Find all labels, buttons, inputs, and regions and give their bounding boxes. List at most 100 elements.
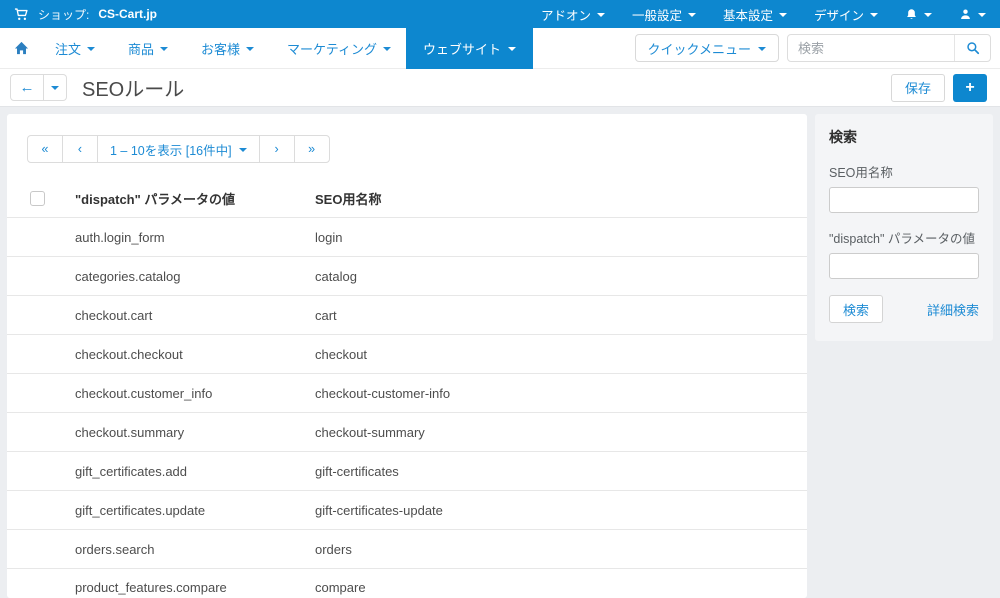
topbar-menu-item[interactable]: アドオン: [541, 5, 605, 24]
nav-item[interactable]: お客様: [201, 39, 255, 58]
row-dispatch-value: gift_certificates.update: [75, 502, 206, 518]
sidebar-field-input[interactable]: [829, 187, 979, 213]
home-button[interactable]: [14, 41, 29, 55]
sidebar-search-button[interactable]: 検索: [829, 295, 884, 323]
table-body: auth.login_form login categories.catalog ca…: [7, 217, 807, 598]
row-dispatch-value: checkout.checkout: [75, 346, 183, 362]
nav-items: 注文 商品 お客様 マーケティング: [55, 39, 392, 58]
row-seo-name: gift-certificates-update: [315, 502, 443, 518]
chevron-down-icon: [383, 46, 392, 51]
sidebar-field-label: SEO用名称: [829, 166, 893, 180]
chevron-down-icon: [246, 46, 255, 51]
nav-item-label: 注文: [55, 41, 82, 57]
row-dispatch-value: auth.login_form: [75, 229, 165, 245]
shop-selector[interactable]: ショップ: CS-Cart.jp: [14, 6, 157, 23]
pagination-first-button[interactable]: «: [27, 135, 63, 163]
pagination-last-button[interactable]: »: [293, 135, 330, 163]
row-seo-name: catalog: [315, 268, 357, 284]
table-row[interactable]: categories.catalog catalog: [7, 256, 807, 295]
back-button-group: ←: [10, 74, 67, 101]
chevron-down-icon: [87, 46, 96, 51]
table-row[interactable]: checkout.customer_info checkout-customer-…: [7, 373, 807, 412]
pagination-range-dropdown[interactable]: 1 – 10を表示 [16件中]: [97, 135, 260, 163]
table-row[interactable]: checkout.cart cart: [7, 295, 807, 334]
nav-item[interactable]: マーケティング: [287, 39, 392, 58]
nav-item-label: マーケティング: [287, 41, 378, 57]
table-row[interactable]: checkout.checkout checkout: [7, 334, 807, 373]
add-button[interactable]: +: [953, 73, 987, 102]
select-all-checkbox[interactable]: [30, 190, 45, 206]
chevron-down-icon: [238, 147, 247, 152]
table-row[interactable]: auth.login_form login: [7, 217, 807, 256]
home-icon: [14, 41, 29, 55]
navbar: 注文 商品 お客様 マーケティング ウェブサイト クイックメニュー: [0, 28, 1000, 69]
chevron-down-icon: [978, 12, 986, 17]
search-input[interactable]: [788, 35, 954, 61]
title-actions: 保存 +: [890, 73, 990, 102]
row-dispatch-value: orders.search: [75, 541, 155, 557]
sidebar-field-input[interactable]: [829, 253, 979, 279]
table-row[interactable]: orders.search orders: [7, 529, 807, 568]
row-seo-name: checkout-customer-info: [315, 385, 451, 401]
sidebar-title: 検索: [829, 129, 857, 145]
nav-item-label: お客様: [201, 41, 241, 57]
table-row[interactable]: gift_certificates.add gift-certificates: [7, 451, 807, 490]
row-dispatch-value: product_features.compare: [75, 580, 227, 595]
sidebar-fields: SEO用名称 "dispatch" パラメータの値: [829, 162, 979, 279]
row-seo-name: gift-certificates: [315, 463, 399, 479]
chevron-down-icon: [160, 46, 169, 51]
topbar-menu-item[interactable]: デザイン: [814, 5, 878, 24]
bell-icon: [905, 8, 918, 21]
quick-menu-button[interactable]: クイックメニュー: [634, 34, 779, 62]
nav-item[interactable]: 注文: [55, 39, 96, 58]
row-dispatch-value: checkout.cart: [75, 307, 153, 323]
row-dispatch-value: categories.catalog: [75, 268, 181, 284]
global-search: [787, 34, 991, 62]
search-sidebar: 検索 SEO用名称 "dispatch" パラメータの値 検索 詳細検索: [815, 114, 993, 341]
advanced-search-link[interactable]: 詳細検索: [927, 300, 979, 319]
save-button[interactable]: 保存: [890, 73, 945, 102]
row-seo-name: checkout-summary: [315, 424, 425, 440]
row-seo-name: cart: [315, 307, 337, 323]
header-check-cell: [7, 190, 75, 206]
seo-rules-panel: « ‹ 1 – 10を表示 [16件中] › » "dispatch" パラメー…: [7, 114, 807, 598]
nav-item-website-active[interactable]: ウェブサイト: [406, 28, 534, 69]
pagination: « ‹ 1 – 10を表示 [16件中] › »: [27, 135, 807, 163]
table-row[interactable]: gift_certificates.update gift-certificate…: [7, 490, 807, 529]
chevron-down-icon: [758, 46, 766, 51]
cart-icon: [14, 7, 29, 22]
user-menu[interactable]: [959, 8, 986, 21]
chevron-down-icon: [778, 12, 787, 17]
pagination-next-button[interactable]: ›: [258, 135, 295, 163]
shop-name: CS-Cart.jp: [98, 7, 158, 21]
pagination-prev-button[interactable]: ‹: [62, 135, 98, 163]
page-title: SEOルール: [82, 79, 185, 101]
topbar-menu-item[interactable]: 一般設定: [632, 5, 696, 24]
chevron-down-icon: [687, 12, 696, 17]
topbar-menu-item[interactable]: 基本設定: [723, 5, 787, 24]
column-header-dispatch[interactable]: "dispatch" パラメータの値: [75, 189, 315, 208]
chevron-down-icon: [51, 86, 59, 90]
notifications-menu[interactable]: [905, 8, 932, 21]
chevron-down-icon: [508, 47, 517, 51]
table-row[interactable]: checkout.summary checkout-summary: [7, 412, 807, 451]
back-dropdown-button[interactable]: [44, 74, 67, 101]
row-seo-name: compare: [315, 580, 366, 595]
seo-rules-table: "dispatch" パラメータの値 SEO用名称 auth.login_for…: [7, 179, 807, 598]
topbar-menu-item-label: 一般設定: [631, 8, 682, 23]
nav-item[interactable]: 商品: [128, 39, 169, 58]
nav-item-label: 商品: [128, 41, 155, 57]
search-submit-button[interactable]: [954, 35, 990, 61]
chevron-down-icon: [924, 12, 932, 17]
topbar-menu-item-label: アドオン: [540, 8, 591, 23]
table-row[interactable]: product_features.compare compare: [7, 568, 807, 598]
column-header-seo-name[interactable]: SEO用名称: [315, 189, 807, 208]
quick-menu-label: クイックメニュー: [647, 41, 751, 57]
page-header: ← SEOルール 保存 +: [0, 69, 1000, 107]
nav-item-label: ウェブサイト: [423, 42, 502, 57]
row-seo-name: login: [315, 229, 343, 245]
shop-label: ショップ:: [38, 7, 90, 22]
topbar: ショップ: CS-Cart.jp アドオン 一般設定 基本設定 デザイン: [0, 0, 1000, 28]
chevron-down-icon: [596, 12, 605, 17]
back-button[interactable]: ←: [10, 74, 44, 101]
